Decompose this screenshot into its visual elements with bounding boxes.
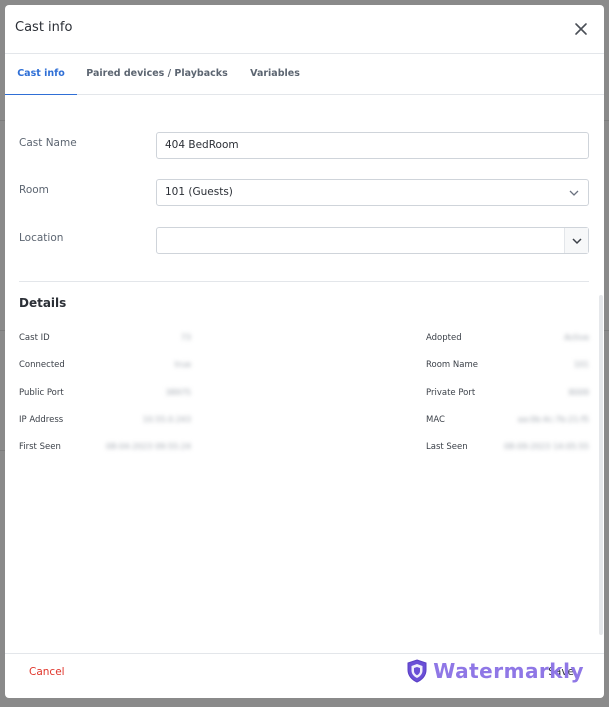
close-button[interactable] [572,20,590,38]
location-select[interactable] [156,227,589,254]
modal-title: Cast info [15,20,73,35]
modal-header: Cast info [5,5,604,54]
detail-label-first-seen: First Seen [19,442,61,452]
tab-paired-devices[interactable]: Paired devices / Playbacks [85,55,229,95]
cast-name-input[interactable]: 404 BedRoom [156,132,589,159]
detail-value-private-port: 8009 [568,388,589,397]
detail-value-room-name: 101 [573,360,589,369]
detail-value-last-seen: 08-09-2023 14:05:55 [504,442,589,451]
watermark: Watermarkly [406,658,584,684]
detail-label-adopted: Adopted [426,333,462,343]
watermark-text: Watermarkly [433,659,584,683]
room-select[interactable]: 101 (Guests) [156,179,589,206]
detail-value-mac: aa:0b:4c:7b:21:f5 [517,415,589,424]
room-value: 101 (Guests) [165,186,233,198]
detail-value-first-seen: 08-04-2023 09:55:24 [106,442,191,451]
chevron-down-icon [569,190,579,196]
location-dropdown-toggle[interactable] [564,228,588,253]
detail-value-ip-address: 10.55.0.243 [142,415,191,424]
tab-variables[interactable]: Variables [245,55,305,95]
modal-footer: Cancel Save Watermarkly [5,653,604,698]
cast-name-label: Cast Name [19,137,77,149]
detail-label-private-port: Private Port [426,388,476,398]
detail-value-connected: true [174,360,191,369]
detail-label-last-seen: Last Seen [426,442,468,452]
detail-label-room-name: Room Name [426,360,478,370]
detail-value-cast-id: 73 [180,333,191,342]
detail-label-cast-id: Cast ID [19,333,50,343]
scrollbar[interactable] [599,295,603,635]
room-label: Room [19,184,49,196]
detail-value-adopted: Active [564,333,589,342]
shield-icon [407,659,427,683]
detail-value-public-port: 38975 [165,388,191,397]
chevron-down-icon [572,238,582,245]
close-icon [575,23,587,35]
detail-label-connected: Connected [19,360,65,370]
section-divider [19,281,589,282]
detail-label-ip-address: IP Address [19,415,64,425]
detail-label-mac: MAC [426,415,445,425]
detail-label-public-port: Public Port [19,388,64,398]
tab-cast-info[interactable]: Cast info [5,55,77,95]
cast-name-value: 404 BedRoom [165,139,239,151]
tab-bar: Cast info Paired devices / Playbacks Var… [5,55,604,95]
cast-info-modal: Cast info Cast info Paired devices / Pla… [5,5,604,698]
details-title: Details [19,296,67,310]
location-label: Location [19,232,64,244]
cancel-button[interactable]: Cancel [29,666,65,678]
